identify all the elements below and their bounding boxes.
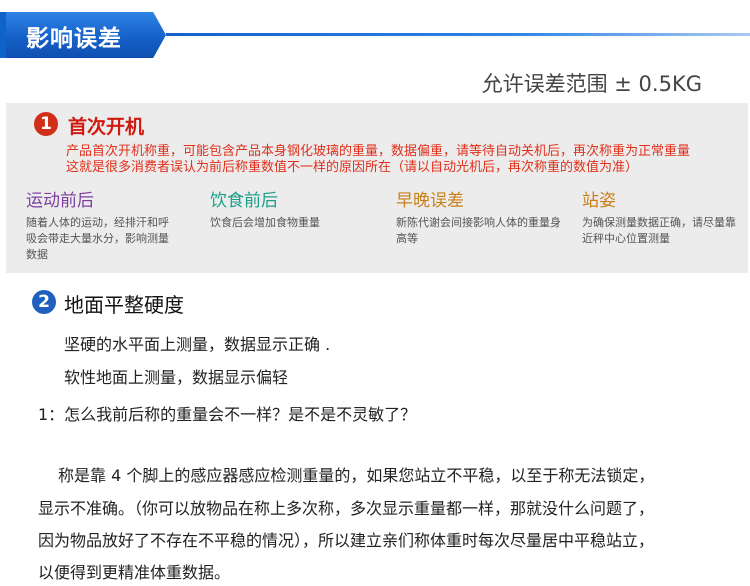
faq-answer-line: 因为物品放好了不存在不平稳的情况），所以建立亲们称体重时每次尽量居中平稳站立， — [38, 531, 655, 550]
header-banner: 影响误差 — [0, 0, 750, 72]
factor-title: 早晚误差 — [396, 191, 464, 211]
faq-answer-line: 显示不准确。（你可以放物品在称上多次称，多次显示重量都一样，那就没什么问题了， — [38, 499, 655, 518]
factor-title: 饮食前后 — [210, 191, 278, 211]
faq-answer-line: 称是靠 4 个脚上的感应器感应检测重量的，如果您站立不平稳，以至于称无法锁定， — [58, 466, 655, 485]
factor-diet: 饮食前后 饮食后会增加食物重量 — [210, 186, 360, 231]
banner-accent — [0, 12, 6, 58]
factor-desc: 随着人体的运动，经排汗和呼吸会带走大量水分，影响测量数据 — [26, 216, 169, 261]
faq-answer-line: 以便得到更精准体重数据。 — [38, 563, 231, 582]
surface-soft-text: 软性地面上测量，数据显示偏轻 — [64, 368, 289, 387]
faq-question: 1：怎么我前后称的重量会不一样？是不是不灵敏了？ — [38, 405, 417, 424]
page-title: 影响误差 — [26, 26, 122, 52]
banner-rule — [166, 33, 750, 36]
section1-number-badge: 1 — [34, 112, 58, 136]
factor-title: 站姿 — [582, 191, 616, 211]
surface-hard-text: 坚硬的水平面上测量，数据显示正确 . — [64, 335, 331, 354]
section2-title: 地面平整硬度 — [64, 293, 184, 317]
factor-desc: 新陈代谢会间接影响人体的重量身高等 — [396, 216, 561, 245]
factor-morning-evening: 早晚误差 新陈代谢会间接影响人体的重量身高等 — [396, 186, 566, 247]
section1-title: 首次开机 — [68, 116, 145, 138]
factor-exercise: 运动前后 随着人体的运动，经排汗和呼吸会带走大量水分，影响测量数据 — [26, 186, 176, 263]
section2-number-badge: 2 — [32, 290, 56, 314]
factor-desc: 为确保测量数据正确，请尽量靠近秤中心位置测量 — [582, 216, 736, 245]
tolerance-text: 允许误差范围 ± 0.5KG — [481, 72, 702, 96]
factor-desc: 饮食后会增加食物重量 — [210, 216, 320, 229]
section1-desc-line: 这就是很多消费者误认为前后称重数值不一样的原因所在（请以自动光机后，再次称重的数… — [66, 160, 639, 175]
section1-desc-line: 产品首次开机称重，可能包含产品本身钢化玻璃的重量，数据偏重，请等待自动关机后，再… — [66, 144, 691, 159]
factor-title: 运动前后 — [26, 191, 94, 211]
section1-description: 产品首次开机称重，可能包含产品本身钢化玻璃的重量，数据偏重，请等待自动关机后，再… — [66, 144, 746, 176]
factor-posture: 站姿 为确保测量数据正确，请尽量靠近秤中心位置测量 — [582, 186, 742, 247]
